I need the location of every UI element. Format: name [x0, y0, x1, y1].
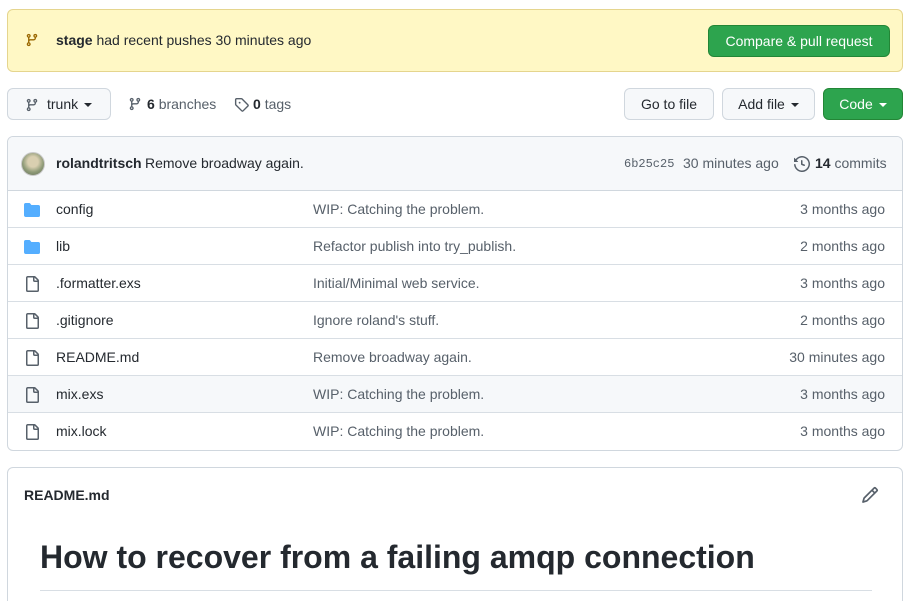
add-file-label: Add file — [738, 96, 785, 112]
go-to-file-button[interactable]: Go to file — [624, 88, 714, 120]
commits-count: 14 — [815, 155, 831, 171]
file-name[interactable]: mix.exs — [56, 386, 103, 402]
readme-heading: How to recover from a failing amqp conne… — [40, 539, 872, 591]
file-age: 3 months ago — [800, 275, 885, 291]
file-age: 3 months ago — [800, 201, 885, 217]
file-row[interactable]: README.md Remove broadway again. 30 minu… — [8, 339, 902, 376]
compare-pull-request-button[interactable]: Compare & pull request — [708, 25, 890, 57]
add-file-button[interactable]: Add file — [722, 88, 815, 120]
file-row[interactable]: mix.exs WIP: Catching the problem. 3 mon… — [8, 376, 902, 413]
file-icon — [26, 424, 39, 440]
file-age: 30 minutes ago — [789, 349, 885, 365]
repo-toolbar: trunk 6 branches 0 tags Go to file Add f… — [7, 88, 903, 120]
tags-count: 0 — [253, 96, 261, 112]
history-icon — [794, 156, 810, 172]
folder-icon — [24, 240, 40, 254]
commit-sha[interactable]: 6b25c25 — [624, 157, 674, 171]
file-commit-message[interactable]: Ignore roland's stuff. — [313, 312, 439, 328]
file-row[interactable]: mix.lock WIP: Catching the problem. 3 mo… — [8, 413, 902, 450]
folder-icon — [24, 203, 40, 217]
file-name[interactable]: README.md — [56, 349, 139, 365]
file-commit-message[interactable]: Refactor publish into try_publish. — [313, 238, 516, 254]
readme-filename[interactable]: README.md — [24, 487, 110, 503]
file-icon — [26, 350, 39, 366]
branch-name: trunk — [47, 96, 79, 112]
file-row[interactable]: .gitignore Ignore roland's stuff. 2 mont… — [8, 302, 902, 339]
file-icon — [26, 313, 39, 329]
file-icon — [26, 387, 39, 403]
latest-commit-bar: rolandtritsch Remove broadway again. 6b2… — [8, 137, 902, 191]
file-name[interactable]: .gitignore — [56, 312, 114, 328]
commit-author[interactable]: rolandtritsch — [56, 155, 142, 171]
file-age: 2 months ago — [800, 238, 885, 254]
commit-time: 30 minutes ago — [683, 155, 779, 171]
recent-push-banner: stage had recent pushes 30 minutes ago C… — [7, 9, 903, 72]
pencil-icon[interactable] — [861, 486, 879, 504]
commits-label: commits — [834, 155, 887, 171]
file-row[interactable]: config WIP: Catching the problem. 3 mont… — [8, 191, 902, 228]
branches-link[interactable]: 6 branches — [128, 96, 216, 112]
readme-panel: README.md How to recover from a failing … — [7, 467, 903, 601]
chevron-down-icon — [878, 103, 887, 108]
branches-label: branches — [158, 96, 217, 112]
file-age: 3 months ago — [800, 386, 885, 402]
branch-select-button[interactable]: trunk — [7, 88, 111, 120]
file-age: 2 months ago — [800, 312, 885, 328]
commit-message[interactable]: Remove broadway again. — [145, 155, 304, 171]
chevron-down-icon — [790, 103, 799, 108]
file-commit-message[interactable]: WIP: Catching the problem. — [313, 386, 484, 402]
file-commit-message[interactable]: Initial/Minimal web service. — [313, 275, 480, 291]
git-branch-icon — [26, 33, 38, 47]
chevron-down-icon — [84, 103, 93, 108]
file-list: rolandtritsch Remove broadway again. 6b2… — [7, 136, 903, 451]
file-row[interactable]: .formatter.exs Initial/Minimal web servi… — [8, 265, 902, 302]
banner-message: stage had recent pushes 30 minutes ago — [56, 32, 311, 48]
file-name[interactable]: config — [56, 201, 93, 217]
tags-label: tags — [264, 96, 292, 112]
code-label: Code — [839, 96, 873, 112]
avatar[interactable] — [21, 152, 45, 176]
tags-link[interactable]: 0 tags — [234, 96, 291, 112]
banner-text: had recent pushes 30 minutes ago — [96, 32, 312, 48]
file-name[interactable]: mix.lock — [56, 423, 107, 439]
file-commit-message[interactable]: WIP: Catching the problem. — [313, 201, 484, 217]
file-name[interactable]: .formatter.exs — [56, 275, 141, 291]
file-name[interactable]: lib — [56, 238, 70, 254]
code-button[interactable]: Code — [823, 88, 903, 120]
banner-branch-name[interactable]: stage — [56, 32, 93, 48]
file-age: 3 months ago — [800, 423, 885, 439]
branches-count: 6 — [147, 96, 155, 112]
file-icon — [26, 276, 39, 292]
git-branch-icon — [26, 98, 38, 112]
git-branch-icon — [129, 97, 141, 111]
file-row[interactable]: lib Refactor publish into try_publish. 2… — [8, 228, 902, 265]
file-commit-message[interactable]: Remove broadway again. — [313, 349, 472, 365]
commits-link[interactable]: 14 commits — [794, 155, 887, 172]
tag-icon — [234, 97, 249, 112]
file-commit-message[interactable]: WIP: Catching the problem. — [313, 423, 484, 439]
